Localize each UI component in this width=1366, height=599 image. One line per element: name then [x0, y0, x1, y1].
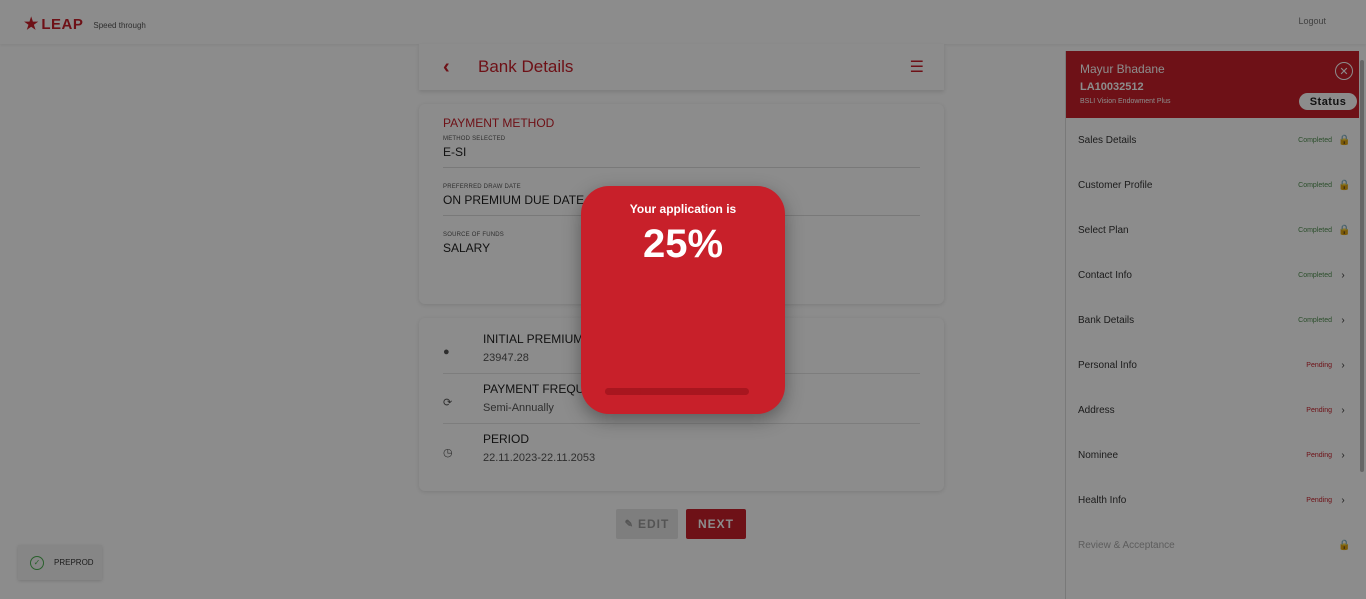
progress-bar	[605, 388, 749, 395]
progress-message: Your application is	[629, 202, 737, 216]
progress-percent: 25%	[642, 222, 724, 266]
application-progress-modal: Your application is 25%	[581, 186, 785, 414]
progress-bar-fill	[605, 388, 641, 395]
